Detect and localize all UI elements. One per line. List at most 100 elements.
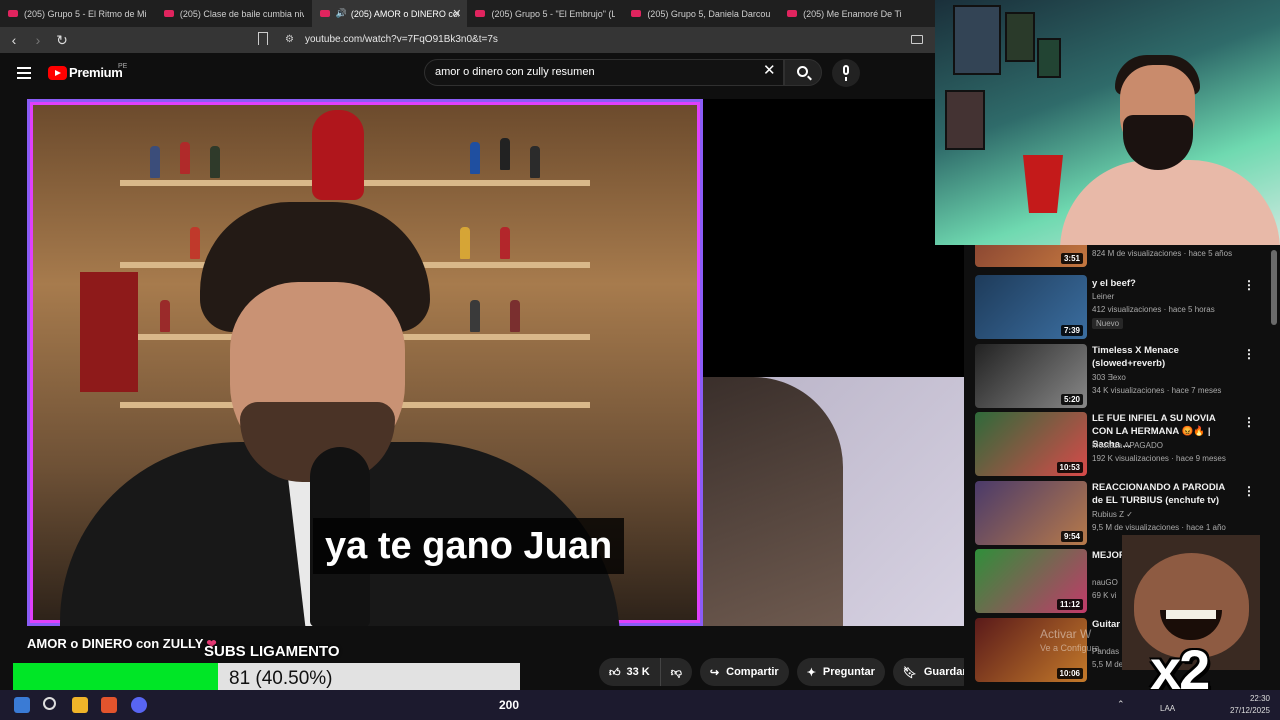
- youtube-favicon-icon: [163, 10, 174, 17]
- bookmark-icon[interactable]: [258, 32, 268, 45]
- video-thumbnail[interactable]: 7:39: [975, 275, 1087, 339]
- cast-icon[interactable]: [911, 35, 923, 44]
- youtube-favicon-icon: [8, 10, 18, 17]
- thumbs-up-icon: 👍︎: [609, 666, 621, 679]
- video-thumbnail[interactable]: 10:53: [975, 412, 1087, 476]
- recommendation-item[interactable]: 5:20 Timeless X Menace (slowed+reverb) 3…: [975, 344, 1265, 412]
- video-views: 412 visualizaciones · hace 5 horas: [1092, 305, 1215, 314]
- channel-name[interactable]: Rubius Z ✓: [1092, 510, 1133, 519]
- more-options-icon[interactable]: ⋮: [1243, 347, 1255, 361]
- like-dislike-group: 👍︎ 33 K 👎︎: [599, 658, 692, 686]
- tab-label: (205) Grupo 5 - El Ritmo de Mi Corazón: [24, 8, 148, 19]
- video-actions: 👍︎ 33 K 👎︎ ↪ Compartir ✦ Preguntar 🔖︎ Guarda…: [599, 658, 1013, 686]
- more-options-icon[interactable]: ⋮: [1243, 278, 1255, 292]
- search-input[interactable]: [435, 66, 755, 78]
- brave-browser-icon[interactable]: [101, 697, 117, 713]
- video-player[interactable]: ya te gano Juan: [27, 99, 964, 626]
- close-tab-icon[interactable]: ✕: [452, 7, 461, 20]
- clear-search-icon[interactable]: ✕: [763, 63, 776, 78]
- channel-name[interactable]: Leiner: [1092, 292, 1114, 301]
- youtube-logo-icon[interactable]: [48, 66, 67, 80]
- video-subtitle: ya te gano Juan: [313, 518, 625, 574]
- tab-label: (205) Grupo 5, Daniela Darcourt - Qu: [647, 8, 771, 19]
- thumbs-down-icon: 👎︎: [670, 666, 682, 679]
- share-button[interactable]: ↪ Compartir: [699, 658, 789, 686]
- search-icon[interactable]: [43, 697, 56, 710]
- video-duration: 3:51: [1060, 253, 1083, 264]
- video-title[interactable]: y el beef?: [1092, 277, 1232, 290]
- windows-activation-watermark: Activar W Ve a Configura: [1040, 627, 1100, 653]
- channel-name[interactable]: 303 Ǝexo: [1092, 373, 1126, 382]
- speaker-icon[interactable]: 🔊: [336, 8, 347, 19]
- clock[interactable]: 22:30 27/12/2025: [1224, 693, 1270, 717]
- youtube-favicon-icon: [475, 10, 486, 17]
- video-duration: 10:53: [1056, 462, 1083, 473]
- video-views: 34 K visualizaciones · hace 7 meses: [1092, 386, 1222, 395]
- channel-name[interactable]: Mostaza APAGADO: [1092, 441, 1163, 450]
- tab-label: (205) Clase de baile cumbia nivel básico: [179, 8, 304, 19]
- search-box: [424, 59, 784, 86]
- video-thumbnail[interactable]: 3:51: [975, 245, 1087, 267]
- tab-label: (205) Me Enamoré De Ti: [803, 8, 902, 19]
- menu-icon[interactable]: [17, 67, 31, 82]
- more-options-icon[interactable]: ⋮: [1243, 415, 1255, 429]
- youtube-favicon-icon: [319, 10, 330, 17]
- bookmark-icon: 🔖︎: [902, 666, 917, 679]
- site-info-icon[interactable]: ⚙: [285, 34, 294, 45]
- search-button[interactable]: [784, 59, 822, 86]
- sparkle-icon: ✦: [806, 666, 816, 679]
- forward-arrow-icon[interactable]: ›: [28, 32, 48, 48]
- ask-button[interactable]: ✦ Preguntar: [796, 658, 885, 686]
- back-arrow-icon[interactable]: ‹: [4, 32, 24, 48]
- video-duration: 7:39: [1060, 325, 1083, 336]
- video-thumbnail[interactable]: 11:12: [975, 549, 1087, 613]
- browser-tab-bar: (205) Grupo 5 - El Ritmo de Mi Corazón (…: [0, 0, 935, 27]
- recommendation-item[interactable]: 10:53 LE FUE INFIEL A SU NOVIA CON LA HE…: [975, 412, 1265, 480]
- video-title: AMOR o DINERO con ZULLY ❤: [27, 636, 217, 651]
- streamer-webcam: [935, 0, 1280, 245]
- voice-search-button[interactable]: [832, 59, 860, 87]
- video-views: 9,5 M de visualizaciones · hace 1 año: [1092, 523, 1226, 532]
- video-duration: 9:54: [1060, 531, 1083, 542]
- video-title[interactable]: REACCIONANDO A PARODIA de EL TURBIUS (en…: [1092, 481, 1232, 507]
- taskbar-counter: 200: [499, 698, 520, 712]
- file-explorer-icon[interactable]: [72, 697, 88, 713]
- tab-4[interactable]: (205) Grupo 5 - "El Embrujo" (Letra): [467, 0, 623, 27]
- tab-1[interactable]: (205) Grupo 5 - El Ritmo de Mi Corazón: [0, 0, 156, 27]
- tray-chevron-icon[interactable]: ⌃: [1117, 699, 1125, 710]
- tab-3-active[interactable]: 🔊(205) AMOR o DINERO con ZULLY✕: [311, 0, 468, 27]
- reload-icon[interactable]: ↻: [52, 32, 72, 49]
- youtube-header: Premium PE ✕: [0, 53, 935, 93]
- new-badge: Nuevo: [1092, 318, 1124, 329]
- video-title[interactable]: Timeless X Menace (slowed+reverb): [1092, 344, 1232, 370]
- country-code: PE: [118, 63, 128, 70]
- recommendation-item[interactable]: 7:39 y el beef? Leiner 412 visualizacion…: [975, 275, 1265, 343]
- video-thumbnail[interactable]: 5:20: [975, 344, 1087, 408]
- tab-6[interactable]: (205) Me Enamoré De Ti: [779, 0, 935, 27]
- video-thumbnail[interactable]: 9:54: [975, 481, 1087, 545]
- share-icon: ↪: [709, 666, 720, 679]
- windows-start-icon[interactable]: [14, 697, 30, 713]
- screen: (205) Grupo 5 - El Ritmo de Mi Corazón (…: [0, 0, 1280, 720]
- subs-progress-text: 81 (40.50%): [229, 668, 333, 689]
- more-options-icon[interactable]: ⋮: [1243, 484, 1255, 498]
- dislike-button[interactable]: 👎︎: [659, 658, 692, 686]
- taskbar: 200 ⌃ LAA 22:30 27/12/2025: [0, 690, 1280, 720]
- discord-icon[interactable]: [131, 697, 147, 713]
- search-icon: [797, 66, 808, 77]
- input-language[interactable]: LAA: [1160, 704, 1175, 713]
- video-views: 824 M de visualizaciones · hace 5 años: [1092, 249, 1233, 258]
- sidebar-scrollbar[interactable]: [1271, 250, 1277, 325]
- youtube-logo-text[interactable]: Premium: [69, 65, 123, 80]
- video-duration: 5:20: [1060, 394, 1083, 405]
- like-button[interactable]: 👍︎ 33 K: [599, 658, 660, 686]
- channel-name[interactable]: nauGO: [1092, 578, 1118, 587]
- tab-5[interactable]: (205) Grupo 5, Daniela Darcourt - Qu: [623, 0, 779, 27]
- url-field[interactable]: youtube.com/watch?v=7FqO91Bk3n0&t=7s: [305, 34, 498, 45]
- tab-label: (205) AMOR o DINERO con ZULLY: [350, 8, 460, 19]
- video-duration: 10:06: [1056, 668, 1083, 679]
- address-bar: ‹ › ↻ ⚙ youtube.com/watch?v=7FqO91Bk3n0&…: [0, 27, 935, 53]
- tab-2[interactable]: (205) Clase de baile cumbia nivel básico: [156, 0, 312, 27]
- video-views: 5,5 M de: [1092, 660, 1124, 669]
- recommendation-item[interactable]: 3:51 824 M de visualizaciones · hace 5 a…: [975, 245, 1265, 271]
